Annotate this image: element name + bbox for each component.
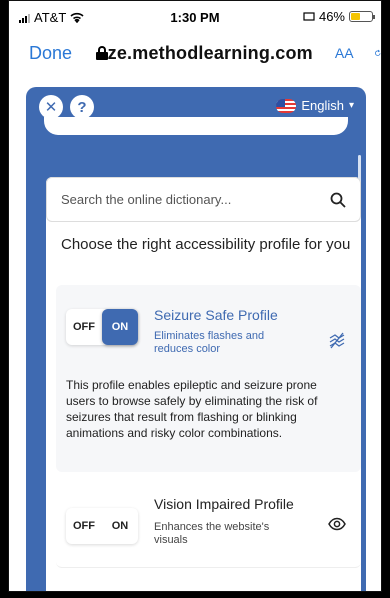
toggle-off-label[interactable]: OFF <box>66 321 102 333</box>
dictionary-search <box>46 177 361 222</box>
header-card-edge <box>44 117 348 135</box>
browser-address-bar: Done ze.methodlearning.com AA <box>9 33 381 73</box>
flash-off-icon <box>329 332 345 349</box>
profile-card-vision-impaired: OFF ON Vision Impaired Profile Enhances … <box>56 484 361 568</box>
profile-subtitle: Enhances the website's visuals <box>154 521 270 546</box>
reader-aa-button[interactable]: AA <box>335 45 354 61</box>
profiles-heading: Choose the right accessibility profile f… <box>61 236 351 253</box>
done-button[interactable]: Done <box>29 43 72 64</box>
language-selector[interactable]: English ▾ <box>276 98 354 113</box>
profile-card-seizure-safe: OFF ON Seizure Safe Profile Eliminates f… <box>56 285 361 472</box>
eye-icon <box>328 517 346 531</box>
battery-info: 46% <box>303 9 375 24</box>
us-flag-icon <box>276 98 297 113</box>
reload-icon[interactable] <box>374 45 381 61</box>
lock-icon <box>96 46 109 60</box>
seizure-safe-toggle[interactable]: OFF ON <box>66 309 138 345</box>
phone-screen: AT&T 1:30 PM 46% Done ze.methodlearning.… <box>8 0 382 592</box>
profiles-panel: Choose the right accessibility profile f… <box>46 177 361 591</box>
screen-mirroring-icon <box>303 11 315 21</box>
profile-title: Vision Impaired Profile <box>154 496 294 512</box>
profile-title: Seizure Safe Profile <box>154 307 278 323</box>
toggle-on-label[interactable]: ON <box>102 520 138 532</box>
chevron-down-icon: ▾ <box>348 100 354 111</box>
toggle-on-label[interactable]: ON <box>102 309 138 345</box>
close-button[interactable]: ✕ <box>39 95 63 119</box>
battery-icon <box>349 11 375 22</box>
battery-percent: 46% <box>318 9 345 24</box>
search-icon[interactable] <box>330 192 346 208</box>
url-field[interactable]: ze.methodlearning.com <box>108 43 313 64</box>
toggle-off-label[interactable]: OFF <box>66 520 102 532</box>
search-input[interactable] <box>61 192 330 207</box>
accessibility-widget: ✕ ? English ▾ Choose the right accessibi… <box>26 87 366 591</box>
help-button[interactable]: ? <box>70 95 94 119</box>
vision-impaired-toggle[interactable]: OFF ON <box>66 508 138 544</box>
profile-description: This profile enables epileptic and seizu… <box>66 378 318 440</box>
language-label: English <box>301 98 344 113</box>
profile-subtitle: Eliminates flashes and reduces color <box>154 330 265 355</box>
status-bar: AT&T 1:30 PM 46% <box>9 1 381 31</box>
